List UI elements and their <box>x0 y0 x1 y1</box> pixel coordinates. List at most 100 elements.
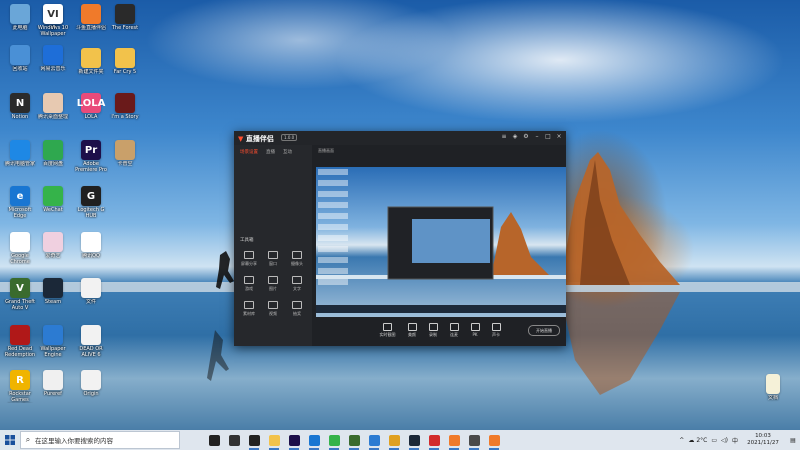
start-button[interactable] <box>0 430 20 450</box>
taskbar-app[interactable] <box>244 430 264 450</box>
desktop-icon[interactable]: 腾讯桌面整理 <box>36 93 70 126</box>
douyu-icon <box>448 434 460 446</box>
desktop-icon[interactable]: V Grand Theft Auto V <box>3 278 37 311</box>
tool-item[interactable]: 游戏 <box>238 276 260 292</box>
tool-item[interactable]: 抽奖 <box>286 301 308 317</box>
taskbar-app[interactable] <box>464 430 484 450</box>
clock[interactable]: 10:03 2021/11/27 <box>740 433 786 447</box>
desktop-icon[interactable]: 腾讯电脑管家 <box>3 140 37 173</box>
taskbar-app[interactable] <box>304 430 324 450</box>
desktop-icon[interactable]: Red Dead Redemption 2 <box>3 325 37 358</box>
live-preview[interactable] <box>316 167 566 317</box>
notification-icon[interactable]: ▤ <box>786 437 800 444</box>
wechat-icon <box>43 186 63 206</box>
search-icon: ⌕ <box>25 435 31 444</box>
taskbar-app[interactable] <box>444 430 464 450</box>
connect-button[interactable]: 连麦 <box>449 322 459 338</box>
desktop-icon[interactable]: The Forest <box>108 4 142 37</box>
desktop-icon[interactable]: LOLA LOLA <box>74 93 108 126</box>
taskbar-app[interactable] <box>264 430 284 450</box>
desktop-icon[interactable]: 此电脑 <box>3 4 37 37</box>
settings-icon[interactable]: ⚙ <box>523 134 529 140</box>
tool-item[interactable]: 素材库 <box>238 301 260 317</box>
desktop-icon[interactable]: Google Chrome <box>3 232 37 265</box>
taskbar-app[interactable] <box>344 430 364 450</box>
desktop-icon[interactable]: 新建文件夹 <box>74 48 108 81</box>
desktop-icon[interactable]: 腾讯QQ <box>74 232 108 265</box>
taskbar-app[interactable] <box>384 430 404 450</box>
file-icon <box>43 370 63 390</box>
taskbar-app[interactable] <box>404 430 424 450</box>
desktop-icon[interactable]: VI VI <box>36 4 70 37</box>
live-companion-window[interactable]: ▼ 直播伴侣 1.0.0 ≡ ◈ ⚙ – □ × 场景设置 直播 互动 工具箱 … <box>234 131 566 346</box>
tool-item[interactable]: 视频 <box>262 301 284 317</box>
weather-temp[interactable]: 2°C <box>696 437 707 444</box>
close-button[interactable]: × <box>556 134 562 140</box>
desktop-icon[interactable]: Wallpaper Engine <box>36 325 70 358</box>
desktop-icon[interactable]: Origin <box>74 370 108 403</box>
taskbar-app[interactable] <box>204 430 224 450</box>
tool-item[interactable]: 图片 <box>262 276 284 292</box>
chevron-up-icon[interactable]: ^ <box>679 437 684 444</box>
window-controls: ≡ ◈ ⚙ – □ × <box>501 134 562 140</box>
start-live-button[interactable]: 开始直播 <box>528 325 560 336</box>
text-icon <box>292 276 302 284</box>
pk-icon <box>470 323 480 331</box>
tool-item[interactable]: 屏幕分享 <box>238 251 260 267</box>
origin-icon <box>81 370 101 390</box>
desktop-icon[interactable]: 文档 <box>756 374 790 407</box>
record-button[interactable]: 录制 <box>428 322 438 338</box>
ime-indicator[interactable]: 中 <box>732 436 738 445</box>
taskbar-app[interactable] <box>364 430 384 450</box>
desktop-icon[interactable]: WeChat <box>36 186 70 219</box>
taskbar-apps <box>204 430 504 450</box>
desktop-icon[interactable]: Pr Adobe Premiere Pro <box>74 140 108 173</box>
desktop-icon-label: 爱奇艺 <box>45 253 61 259</box>
pk-button[interactable]: PK <box>470 323 480 337</box>
skin-icon[interactable]: ◈ <box>512 134 518 140</box>
desktop-icon[interactable]: 斗鱼直播伴侣 <box>74 4 108 37</box>
weather-icon[interactable]: ☁ <box>688 437 694 444</box>
desktop-icon[interactable]: I'm a Story <box>108 93 142 126</box>
tab-live[interactable]: 直播 <box>266 149 275 155</box>
beauty-button[interactable]: 美颜 <box>407 322 417 338</box>
desktop-icon[interactable]: 卡普空 <box>108 140 142 173</box>
tool-item[interactable]: 文字 <box>286 276 308 292</box>
tab-interact[interactable]: 互动 <box>283 149 292 155</box>
taskbar-app[interactable] <box>224 430 244 450</box>
network-icon[interactable]: ▭ <box>711 437 717 444</box>
desktop-icon[interactable]: DEAD OR ALIVE 6 <box>74 325 108 358</box>
desktop-icon[interactable]: 文件 <box>74 278 108 311</box>
desktop-icon[interactable]: Pureref <box>36 370 70 403</box>
minimize-button[interactable]: – <box>534 134 540 140</box>
volume-icon[interactable]: ◁) <box>721 437 728 444</box>
shield-icon <box>10 140 30 160</box>
tab-scene[interactable]: 场景设置 <box>240 149 258 155</box>
rdr2-icon <box>10 325 30 345</box>
anime-avatar-icon <box>43 93 63 113</box>
tool-item[interactable]: 窗口 <box>262 251 284 267</box>
desktop-icon[interactable]: 百度网盘 <box>36 140 70 173</box>
desktop-icon[interactable]: 网易云音乐 <box>36 45 70 78</box>
desktop-icon[interactable]: 爱奇艺 <box>36 232 70 265</box>
notion-icon: N <box>10 93 30 113</box>
desktop-icon[interactable]: G Logitech G HUB <box>74 186 108 219</box>
desktop-icon-label: Microsoft Edge <box>8 207 32 219</box>
tool-item[interactable]: 摄像头 <box>286 251 308 267</box>
taskbar-app[interactable] <box>484 430 504 450</box>
taskbar-app[interactable] <box>324 430 344 450</box>
desktop-icon[interactable]: 回收站 <box>3 45 37 78</box>
menu-icon[interactable]: ≡ <box>501 134 507 140</box>
desktop-icon[interactable]: Steam <box>36 278 70 311</box>
desktop-icon[interactable]: Far Cry 5 <box>108 48 142 81</box>
maximize-button[interactable]: □ <box>545 134 551 140</box>
desktop-icon[interactable]: e Microsoft Edge <box>3 186 37 219</box>
search-box[interactable]: ⌕ 在这里输入你要搜索的内容 <box>20 431 180 449</box>
sound-card-button[interactable]: 声卡 <box>491 322 501 338</box>
taskbar-app[interactable] <box>424 430 444 450</box>
window-titlebar[interactable]: ▼ 直播伴侣 1.0.0 ≡ ◈ ⚙ – □ × <box>234 131 566 145</box>
screenshot-button[interactable]: 实时截图 <box>380 322 396 338</box>
desktop-icon[interactable]: N Notion <box>3 93 37 126</box>
desktop-icon[interactable]: RRockstar Games Launcher <box>3 370 37 403</box>
taskbar-app[interactable] <box>284 430 304 450</box>
